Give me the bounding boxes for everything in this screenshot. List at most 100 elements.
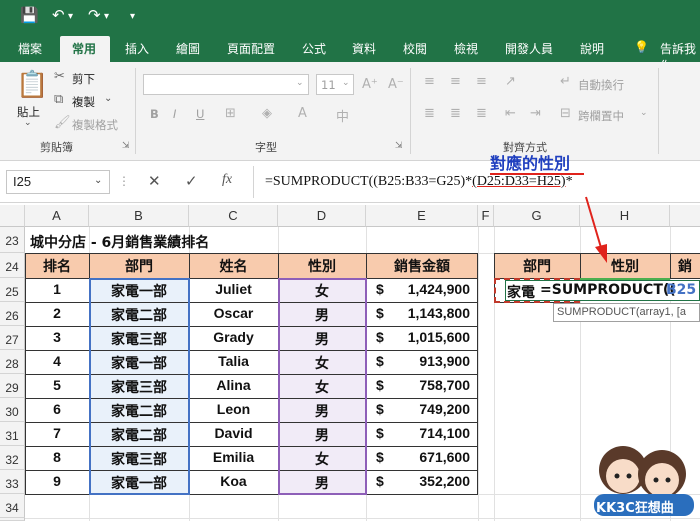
cell-name[interactable]: Juliet [189,281,278,297]
cell-amount[interactable]: 758,700 [390,377,470,393]
cell-amount[interactable]: 1,015,600 [390,329,470,345]
header-name[interactable]: 姓名 [189,256,278,276]
column-header-b[interactable]: B [89,205,189,227]
cell-rank[interactable]: 3 [25,329,89,345]
outdent-icon: ⇥ [530,106,541,121]
cell-rank[interactable]: 5 [25,377,89,393]
row-header-29[interactable]: 29 [0,374,25,398]
font-name-dropdown[interactable] [143,74,309,95]
cell-name[interactable]: Grady [189,329,278,345]
tab-page-layout[interactable]: 頁面配置 [227,40,275,57]
cell-amount[interactable]: 913,900 [390,353,470,369]
paste-dropdown-icon[interactable]: ⌄ [24,118,32,128]
clipboard-launcher-icon[interactable]: ⇲ [122,141,130,151]
cell-amount[interactable]: 671,600 [390,449,470,465]
tab-draw[interactable]: 繪圖 [176,40,200,57]
cell-rank[interactable]: 4 [25,353,89,369]
row-header-28[interactable]: 28 [0,350,25,374]
font-size-chevron-icon[interactable]: ⌄ [342,78,350,88]
row-header-27[interactable]: 27 [0,326,25,350]
enter-icon[interactable]: ✓ [185,172,198,190]
row-header-32[interactable]: 32 [0,446,25,470]
cell-name[interactable]: Leon [189,401,278,417]
column-header-d[interactable]: D [278,205,366,227]
column-header-g[interactable]: G [494,205,580,227]
tab-review[interactable]: 校閱 [403,40,427,57]
cell-rank[interactable]: 6 [25,401,89,417]
cell-rank[interactable]: 8 [25,449,89,465]
cell-amount[interactable]: 1,143,800 [390,305,470,321]
cell-amount[interactable]: 749,200 [390,401,470,417]
tab-home[interactable]: 常用 [72,40,96,57]
font-name-chevron-icon[interactable]: ⌄ [296,78,304,88]
cell-name[interactable]: David [189,425,278,441]
row-header-31[interactable]: 31 [0,422,25,446]
column-header-c[interactable]: C [189,205,278,227]
column-header-i[interactable] [670,205,700,227]
cancel-icon[interactable]: ✕ [148,172,161,190]
header-gender[interactable]: 性別 [278,256,366,276]
tab-view[interactable]: 檢視 [454,40,478,57]
row-header-25[interactable]: 25 [0,278,25,302]
bold-button: B [150,107,159,121]
cell-name[interactable]: Oscar [189,305,278,321]
undo-dropdown-icon[interactable]: ▾ [68,11,73,22]
range-highlight-b [89,278,190,495]
tab-data[interactable]: 資料 [352,40,376,57]
header-rank[interactable]: 排名 [25,256,89,276]
formula-input[interactable]: =SUMPRODUCT((B25:B33=G25)*(D25:D33=H25)* [265,174,573,190]
cut-button[interactable]: 剪下 [72,71,95,87]
copy-icon[interactable]: ⧉ [54,92,63,107]
cell-name[interactable]: Alina [189,377,278,393]
header-dept[interactable]: 部門 [89,256,189,276]
decrease-font-icon: A⁻ [388,77,404,92]
tab-insert[interactable]: 插入 [125,40,149,57]
cell-rank[interactable]: 7 [25,425,89,441]
row-header-34[interactable]: 34 [0,494,25,518]
undo-icon[interactable]: ↶ [52,6,65,24]
cell-currency: $ [376,281,384,297]
wrap-text-button: 自動換行 [578,78,624,92]
tab-formulas[interactable]: 公式 [302,40,326,57]
redo-dropdown-icon[interactable]: ▾ [104,11,109,22]
row-header-33[interactable]: 33 [0,470,25,494]
align-right-icon: ≣ [476,106,487,121]
customize-toolbar-icon[interactable]: ▾ [130,11,135,22]
font-launcher-icon[interactable]: ⇲ [395,141,403,151]
cell-amount[interactable]: 352,200 [390,473,470,489]
row-header-24[interactable]: 24 [0,253,25,278]
row-header-26[interactable]: 26 [0,302,25,326]
row-header-30[interactable]: 30 [0,398,25,422]
header-amount[interactable]: 銷售金額 [366,256,478,276]
cell-amount[interactable]: 1,424,900 [390,281,470,297]
column-header-e[interactable]: E [366,205,478,227]
save-icon[interactable]: 💾 [20,6,39,24]
paste-icon[interactable]: 📋 [16,70,48,100]
insert-function-button[interactable]: fx [222,172,232,188]
tab-file[interactable]: 檔案 [18,40,42,57]
font-size-value: 11 [321,78,336,92]
cell-name[interactable]: Emilia [189,449,278,465]
tab-developer[interactable]: 開發人員 [505,40,553,57]
copy-dropdown-icon[interactable]: ⌄ [104,93,112,104]
format-painter-button: 複製格式 [72,118,118,132]
copy-button[interactable]: 複製 [72,94,95,110]
cell-rank[interactable]: 2 [25,305,89,321]
tab-help[interactable]: 說明 [580,40,604,57]
formula-bar-dots-icon: ⋮ [118,174,130,188]
column-header-a[interactable]: A [25,205,89,227]
cell-name[interactable]: Koa [189,473,278,489]
scissors-icon[interactable]: ✂ [54,69,65,84]
align-bottom-icon: ≡ [476,74,487,89]
cell-name[interactable]: Talia [189,353,278,369]
cell-amount[interactable]: 714,100 [390,425,470,441]
name-box-chevron-icon[interactable]: ⌄ [94,175,102,186]
column-header-f[interactable]: F [478,205,494,227]
cell-rank[interactable]: 9 [25,473,89,489]
lookup-header-amount[interactable]: 銷 [678,256,700,276]
cell-rank[interactable]: 1 [25,281,89,297]
select-all-corner[interactable] [0,205,25,227]
redo-icon[interactable]: ↷ [88,6,101,24]
lookup-header-dept[interactable]: 部門 [494,256,580,276]
row-header-23[interactable]: 23 [0,227,25,253]
